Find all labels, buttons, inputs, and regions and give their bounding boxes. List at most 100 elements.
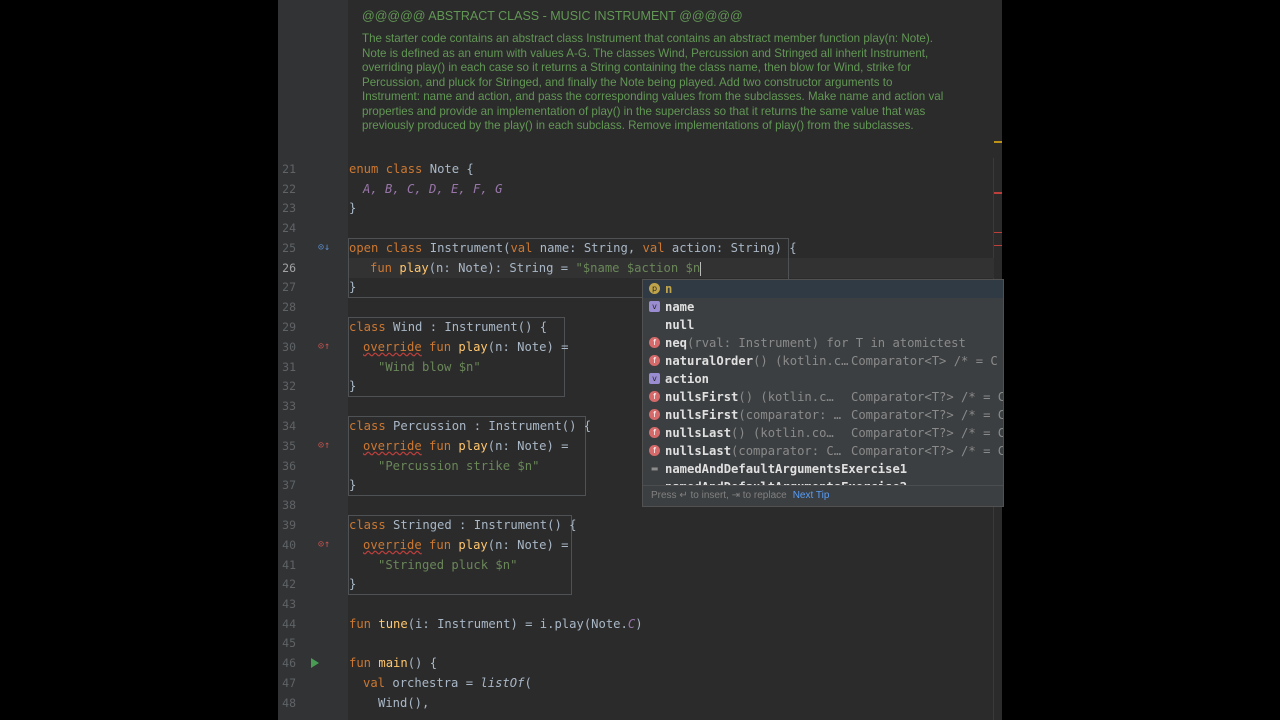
function-icon: f: [649, 391, 660, 402]
keyword: enum: [349, 162, 379, 176]
code-line-46[interactable]: fun main() {: [349, 654, 437, 672]
function-icon: f: [649, 427, 660, 438]
code-text: () {: [407, 656, 438, 670]
error-mark[interactable]: [994, 192, 1002, 194]
completion-item[interactable]: f naturalOrder() (kotlin.c… Comparator<T> …: [643, 352, 1003, 370]
completion-label: nullsLast: [665, 444, 732, 458]
completion-item[interactable]: f nullsLast() (kotlin.co… Comparator<T?> /…: [643, 424, 1003, 442]
code-line-32[interactable]: }: [349, 377, 356, 395]
completion-name: neq(rval: Instrument) for T in atomictes…: [665, 334, 966, 352]
code-line-23[interactable]: }: [349, 199, 356, 217]
completion-item[interactable]: f nullsLast(comparator: C… Comparator<T?> …: [643, 442, 1003, 460]
completion-name: nullsLast() (kotlin.co…: [665, 424, 834, 442]
function-icon: f: [649, 337, 660, 348]
code-line-22[interactable]: A, B, C, D, E, F, G: [349, 180, 502, 198]
code-text: }: [349, 379, 357, 393]
code-line-48[interactable]: Wind(),: [349, 694, 429, 712]
text-caret: [700, 261, 702, 276]
error-mark[interactable]: [994, 232, 1002, 233]
keyword: override: [363, 340, 422, 354]
line-number: 39: [282, 518, 296, 532]
line-number: 22: [282, 182, 296, 196]
completion-popup[interactable]: p n v name null f neq(rval: Instrument) for T …: [642, 279, 1004, 507]
completion-label: neq: [665, 336, 688, 350]
completion-name: nullsFirst() (kotlin.c…: [665, 388, 834, 406]
code-line-35[interactable]: override fun play(n: Note) =: [349, 437, 568, 455]
code-line-31[interactable]: "Wind blow $n": [349, 358, 481, 376]
function-name: play: [458, 340, 488, 354]
line-number: 26: [282, 261, 296, 275]
code-text: Wind : Instrument() {: [385, 320, 548, 334]
completion-item[interactable]: f neq(rval: Instrument) for T in atomicte…: [643, 334, 1003, 352]
completion-label: n: [665, 282, 673, 296]
enum-values: A, B, C, D, E, F, G: [363, 182, 503, 196]
code-line-34[interactable]: class Percussion : Instrument() {: [349, 417, 591, 435]
line-number: 35: [282, 439, 296, 453]
completion-signature: () (kotlin.co…: [731, 426, 834, 440]
function-name: play: [399, 261, 429, 275]
completion-item[interactable]: pn: [643, 280, 1003, 298]
code-text: (n: Note) =: [487, 340, 569, 354]
code-text: name: String,: [532, 241, 643, 255]
code-line-44[interactable]: fun tune(i: Instrument) = i.play(Note.C): [349, 615, 643, 633]
error-mark[interactable]: [994, 245, 1002, 246]
code-line-30[interactable]: override fun play(n: Note) =: [349, 338, 568, 356]
run-icon[interactable]: [311, 658, 319, 668]
parameter-icon: p: [649, 283, 660, 294]
override-icon[interactable]: ⊙↑: [318, 539, 330, 550]
completion-type: Comparator<T?> /* = Co: [851, 390, 1004, 404]
code-line-42[interactable]: }: [349, 575, 356, 593]
completion-label: null: [665, 318, 695, 332]
next-tip-link[interactable]: Next Tip: [793, 490, 830, 501]
code-text: Percussion : Instrument() {: [385, 419, 592, 433]
warning-mark[interactable]: [994, 141, 1002, 143]
code-line-39[interactable]: class Stringed : Instrument() {: [349, 516, 576, 534]
override-icon[interactable]: ⊙↑: [318, 341, 330, 352]
completion-signature: () (kotlin.c…: [753, 354, 849, 368]
function-name: play: [458, 538, 488, 552]
doc-title: @@@@@ ABSTRACT CLASS - MUSIC INSTRUMENT …: [362, 9, 743, 23]
code-line-29[interactable]: class Wind : Instrument() {: [349, 318, 547, 336]
line-number: 44: [282, 617, 296, 631]
keyword: class: [385, 162, 423, 176]
line-number: 30: [282, 340, 296, 354]
completion-signature: (comparator: …: [738, 408, 842, 422]
completion-signature: () (kotlin.c…: [738, 390, 834, 404]
completion-item[interactable]: f nullsFirst() (kotlin.c… Comparator<T?> /…: [643, 388, 1003, 406]
footer-hint: Press ↵ to insert, ⇥ to replace: [651, 490, 787, 501]
line-number: 36: [282, 459, 296, 473]
completion-label: name: [665, 300, 695, 314]
line-number: 32: [282, 379, 296, 393]
code-line-26[interactable]: fun play(n: Note): String = "$name $acti…: [349, 259, 702, 277]
code-line-21[interactable]: enum class Note {: [349, 160, 474, 178]
variable-icon: v: [649, 373, 660, 384]
implemented-icon[interactable]: ⊙↓: [318, 242, 330, 253]
override-icon[interactable]: ⊙↑: [318, 440, 330, 451]
code-line-27[interactable]: }: [349, 278, 356, 296]
line-number: 46: [282, 656, 296, 670]
completion-item[interactable]: ▬ namedAndDefaultArgumentsExercise1: [643, 460, 1003, 478]
code-line-25[interactable]: open class Instrument(val name: String, …: [349, 239, 797, 257]
line-number: 38: [282, 498, 296, 512]
code-line-41[interactable]: "Stringed pluck $n": [349, 556, 517, 574]
string-literal: "Wind blow $n": [378, 360, 481, 374]
line-number: 45: [282, 636, 296, 650]
line-number: 40: [282, 538, 296, 552]
completion-item[interactable]: v action: [643, 370, 1003, 388]
completion-item[interactable]: v name: [643, 298, 1003, 316]
code-line-36[interactable]: "Percussion strike $n": [349, 457, 539, 475]
keyword: fun: [349, 617, 372, 631]
code-line-37[interactable]: }: [349, 476, 356, 494]
completion-label: nullsFirst: [665, 390, 739, 404]
completion-item[interactable]: null: [643, 316, 1003, 334]
code-text: (n: Note) =: [487, 439, 569, 453]
code-text: Wind(),: [378, 696, 430, 710]
completion-footer: Press ↵ to insert, ⇥ to replace Next Tip: [643, 485, 1003, 506]
completion-type: Comparator<T?> /* = Co: [851, 444, 1004, 458]
code-line-47[interactable]: val orchestra = listOf(: [349, 674, 532, 692]
keyword: fun: [429, 340, 452, 354]
completion-item[interactable]: f nullsFirst(comparator: … Comparator<T?> …: [643, 406, 1003, 424]
code-line-40[interactable]: override fun play(n: Note) =: [349, 536, 568, 554]
variable-icon: v: [649, 301, 660, 312]
keyword: open: [349, 241, 379, 255]
